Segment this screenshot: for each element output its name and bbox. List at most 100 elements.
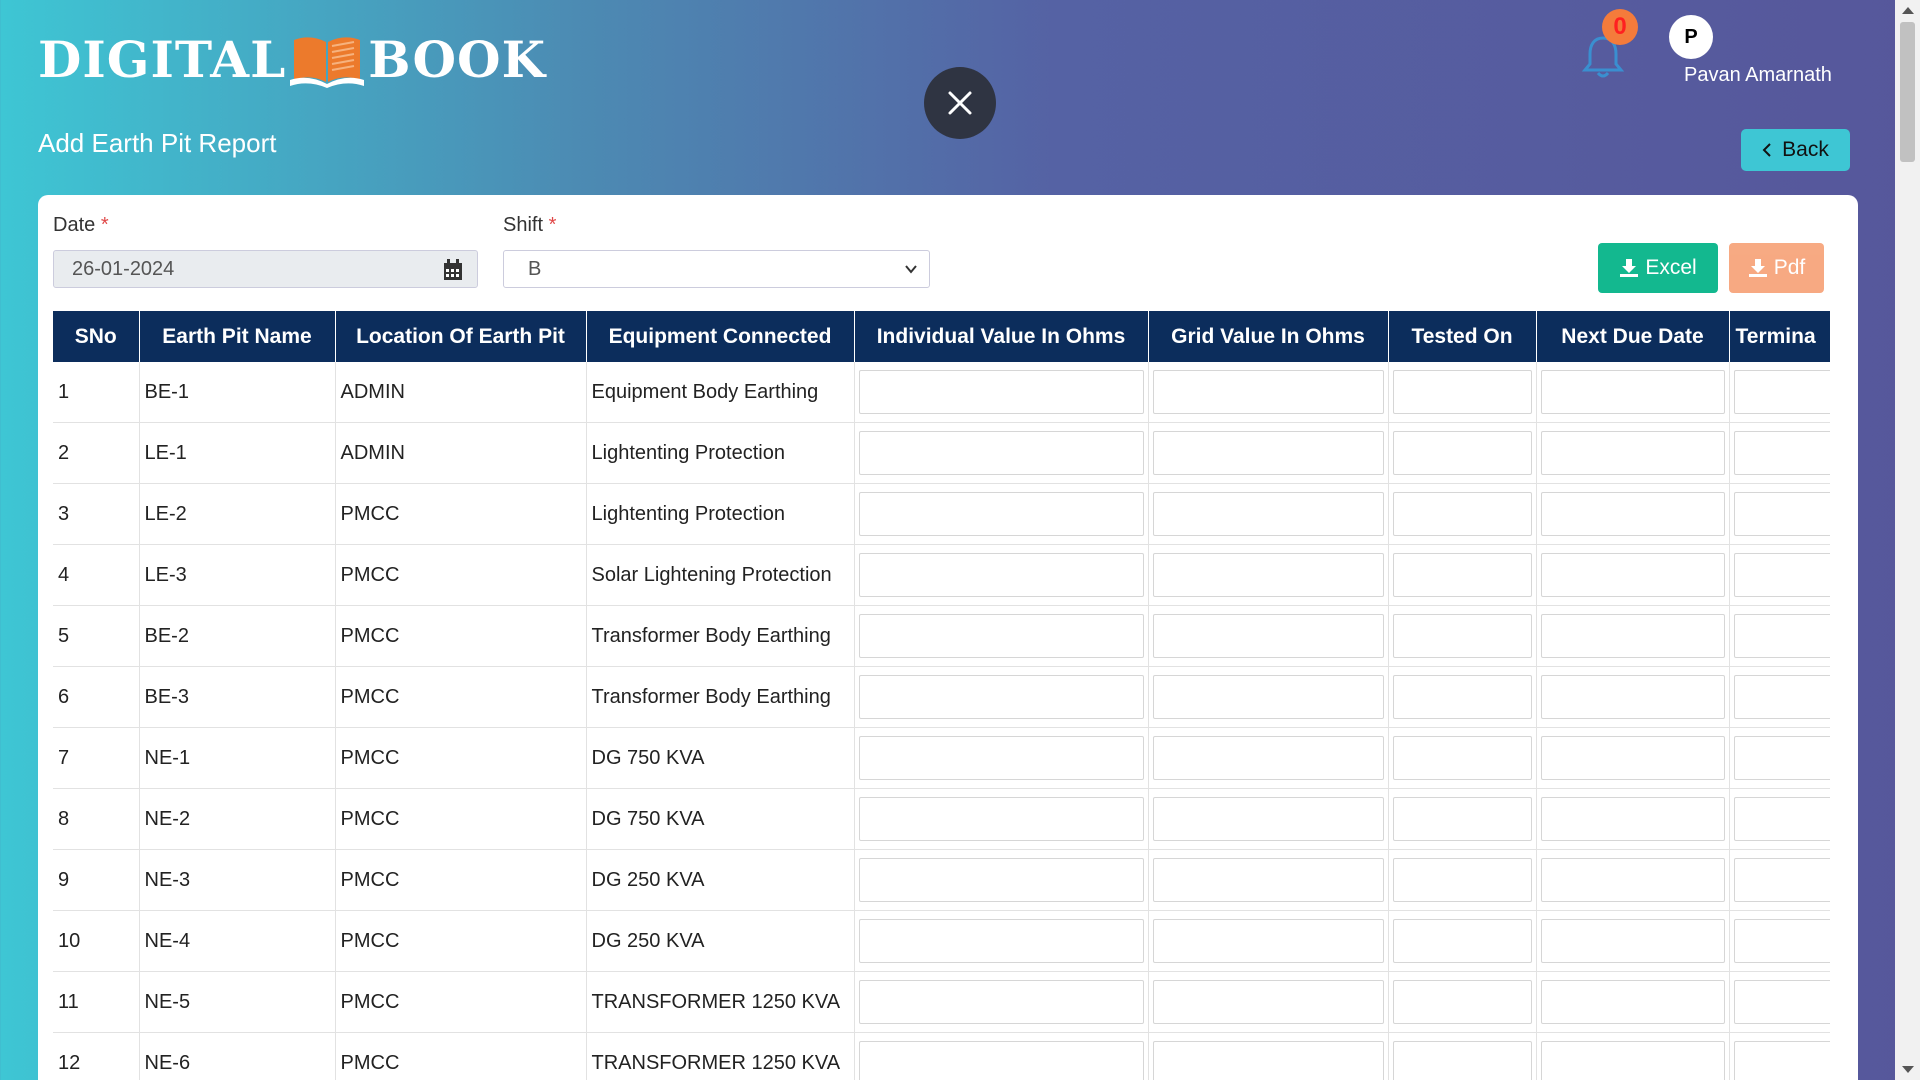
- grid-value-input[interactable]: [1152, 553, 1384, 597]
- next-due-date-input[interactable]: [1540, 492, 1725, 536]
- individual-value-input[interactable]: [858, 370, 1144, 414]
- earth-pit-table: SNo Earth Pit Name Location Of Earth Pit…: [53, 311, 1830, 1080]
- report-card: Date * 26-01-2024 Shift * B Excel Pdf SN…: [38, 195, 1858, 1080]
- grid-value-input[interactable]: [1152, 492, 1384, 536]
- close-button[interactable]: [924, 67, 996, 139]
- next-due-date-input[interactable]: [1540, 858, 1725, 902]
- app-logo: DIGITAL BOOK: [38, 24, 546, 94]
- equipment-cell: Solar Lightening Protection: [586, 544, 855, 606]
- shift-select[interactable]: B: [503, 250, 930, 288]
- back-button-label: Back: [1782, 138, 1829, 161]
- earth-pit-table-container[interactable]: SNo Earth Pit Name Location Of Earth Pit…: [53, 311, 1830, 1080]
- individual-value-input[interactable]: [858, 858, 1144, 902]
- individual-value-input[interactable]: [858, 919, 1144, 963]
- grid-value-input[interactable]: [1152, 1041, 1384, 1080]
- next-due-date-input[interactable]: [1540, 675, 1725, 719]
- individual-value-input-cell: [854, 666, 1149, 728]
- sno-cell: 1: [53, 362, 140, 423]
- next-due-date-input[interactable]: [1540, 553, 1725, 597]
- individual-value-input[interactable]: [858, 614, 1144, 658]
- tested-on-input[interactable]: [1392, 370, 1532, 414]
- table-row: 7 NE-1 PMCC DG 750 KVA: [53, 727, 1830, 789]
- next-due-date-input[interactable]: [1540, 614, 1725, 658]
- equipment-cell: Transformer Body Earthing: [586, 666, 855, 728]
- individual-value-input[interactable]: [858, 980, 1144, 1024]
- terminal-input[interactable]: [1733, 858, 1830, 902]
- terminal-input[interactable]: [1733, 919, 1830, 963]
- tested-on-input[interactable]: [1392, 736, 1532, 780]
- next-due-date-input[interactable]: [1540, 797, 1725, 841]
- earth-pit-name-cell: BE-1: [139, 362, 336, 423]
- page-scrollbar[interactable]: [1895, 0, 1920, 1080]
- terminal-input[interactable]: [1733, 797, 1830, 841]
- terminal-input[interactable]: [1733, 492, 1830, 536]
- terminal-input[interactable]: [1733, 553, 1830, 597]
- terminal-input[interactable]: [1733, 431, 1830, 475]
- export-excel-button[interactable]: Excel: [1598, 243, 1718, 293]
- tested-on-input[interactable]: [1392, 675, 1532, 719]
- terminal-input[interactable]: [1733, 736, 1830, 780]
- next-due-date-input[interactable]: [1540, 980, 1725, 1024]
- next-due-date-input-cell: [1536, 1032, 1730, 1080]
- next-due-date-input[interactable]: [1540, 919, 1725, 963]
- tested-on-input[interactable]: [1392, 858, 1532, 902]
- grid-value-input[interactable]: [1152, 858, 1384, 902]
- individual-value-input[interactable]: [858, 797, 1144, 841]
- next-due-date-input[interactable]: [1540, 736, 1725, 780]
- shift-label: Shift *: [503, 214, 557, 236]
- terminal-input[interactable]: [1733, 370, 1830, 414]
- back-button[interactable]: Back: [1741, 129, 1850, 171]
- tested-on-input[interactable]: [1392, 919, 1532, 963]
- next-due-date-input[interactable]: [1540, 431, 1725, 475]
- user-name[interactable]: Pavan Amarnath: [1684, 64, 1832, 87]
- tested-on-input[interactable]: [1392, 492, 1532, 536]
- individual-value-input[interactable]: [858, 553, 1144, 597]
- tested-on-input-cell: [1388, 605, 1537, 667]
- individual-value-input[interactable]: [858, 492, 1144, 536]
- terminal-input[interactable]: [1733, 614, 1830, 658]
- grid-value-input[interactable]: [1152, 919, 1384, 963]
- grid-value-input[interactable]: [1152, 736, 1384, 780]
- download-icon: [1748, 259, 1767, 277]
- scrollbar-thumb[interactable]: [1900, 22, 1915, 162]
- export-pdf-button[interactable]: Pdf: [1729, 243, 1824, 293]
- grid-value-input-cell: [1148, 544, 1389, 606]
- grid-value-input-cell: [1148, 910, 1389, 972]
- individual-value-input[interactable]: [858, 675, 1144, 719]
- next-due-date-input[interactable]: [1540, 1041, 1725, 1080]
- next-due-date-input-cell: [1536, 666, 1730, 728]
- grid-value-input[interactable]: [1152, 675, 1384, 719]
- next-due-date-input[interactable]: [1540, 370, 1725, 414]
- scroll-up-arrow-icon[interactable]: [1902, 7, 1914, 14]
- tested-on-input[interactable]: [1392, 614, 1532, 658]
- calendar-icon[interactable]: [443, 259, 463, 281]
- sno-cell: 12: [53, 1032, 140, 1080]
- individual-value-input[interactable]: [858, 1041, 1144, 1080]
- location-cell: PMCC: [335, 483, 587, 545]
- grid-value-input[interactable]: [1152, 614, 1384, 658]
- tested-on-input[interactable]: [1392, 797, 1532, 841]
- date-field[interactable]: 26-01-2024: [53, 250, 478, 288]
- individual-value-input[interactable]: [858, 736, 1144, 780]
- location-cell: PMCC: [335, 544, 587, 606]
- terminal-input[interactable]: [1733, 1041, 1830, 1080]
- grid-value-input[interactable]: [1152, 370, 1384, 414]
- grid-value-input[interactable]: [1152, 797, 1384, 841]
- table-row: 2 LE-1 ADMIN Lightenting Protection: [53, 422, 1830, 484]
- terminal-input-cell: [1729, 1032, 1830, 1080]
- terminal-input[interactable]: [1733, 675, 1830, 719]
- terminal-input[interactable]: [1733, 980, 1830, 1024]
- book-logo-icon: [290, 37, 365, 88]
- notification-count-badge[interactable]: 0: [1602, 9, 1638, 45]
- avatar[interactable]: P: [1669, 15, 1713, 59]
- tested-on-input[interactable]: [1392, 1041, 1532, 1080]
- individual-value-input[interactable]: [858, 431, 1144, 475]
- scroll-down-arrow-icon[interactable]: [1902, 1066, 1914, 1073]
- grid-value-input[interactable]: [1152, 431, 1384, 475]
- location-cell: PMCC: [335, 1032, 587, 1080]
- terminal-input-cell: [1729, 788, 1830, 850]
- tested-on-input[interactable]: [1392, 980, 1532, 1024]
- tested-on-input[interactable]: [1392, 431, 1532, 475]
- tested-on-input[interactable]: [1392, 553, 1532, 597]
- grid-value-input[interactable]: [1152, 980, 1384, 1024]
